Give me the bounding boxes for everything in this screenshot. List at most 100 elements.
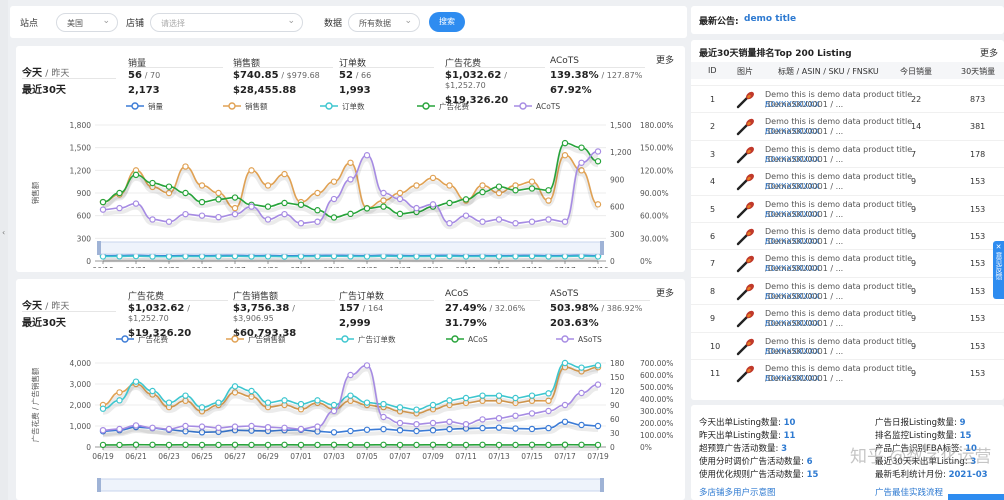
data-point[interactable]	[545, 407, 552, 415]
data-point[interactable]	[528, 185, 536, 192]
row-title[interactable]: Demo this is demo data product title	[765, 337, 912, 346]
data-point[interactable]	[330, 441, 338, 448]
data-point[interactable]	[215, 196, 222, 203]
data-point[interactable]	[495, 392, 503, 399]
legend-label[interactable]: ACoTS	[536, 102, 560, 111]
data-point[interactable]	[545, 424, 552, 432]
data-point[interactable]	[528, 425, 536, 433]
table-row[interactable]: 4 Demo this is demo data product title B0X…	[691, 167, 1004, 194]
data-point[interactable]	[330, 195, 338, 203]
data-point[interactable]	[182, 189, 189, 197]
product-thumbnail[interactable]	[735, 228, 755, 246]
legend-label[interactable]: 销售额	[245, 101, 268, 111]
data-point[interactable]	[132, 378, 140, 385]
product-thumbnail[interactable]	[735, 365, 755, 383]
data-point[interactable]	[116, 441, 123, 449]
legend-label[interactable]: ASoTS	[578, 335, 602, 344]
data-point[interactable]	[528, 178, 536, 185]
product-thumbnail[interactable]	[735, 283, 755, 301]
data-point[interactable]	[264, 423, 272, 431]
data-point[interactable]	[528, 410, 536, 417]
data-point[interactable]	[578, 159, 585, 166]
data-point[interactable]	[248, 422, 255, 430]
data-point[interactable]	[495, 424, 503, 431]
data-point[interactable]	[314, 397, 321, 404]
data-point[interactable]	[264, 441, 272, 449]
data-point[interactable]	[512, 394, 519, 402]
stat-value[interactable]: 15	[807, 470, 819, 480]
data-point[interactable]	[561, 441, 569, 448]
data-point[interactable]	[149, 253, 156, 260]
data-point[interactable]	[396, 419, 404, 427]
data-point[interactable]	[330, 178, 338, 185]
product-thumbnail[interactable]	[735, 146, 755, 164]
data-point[interactable]	[264, 182, 272, 189]
data-point[interactable]	[99, 441, 107, 449]
data-point[interactable]	[182, 210, 189, 218]
data-point[interactable]	[116, 389, 123, 396]
row-title[interactable]: Demo this is demo data product title	[765, 172, 912, 181]
row-title[interactable]: Demo this is demo data product title	[765, 200, 912, 209]
data-point[interactable]	[248, 441, 255, 449]
data-point[interactable]	[347, 210, 354, 218]
data-point[interactable]	[495, 183, 503, 190]
data-point[interactable]	[413, 420, 420, 428]
data-point[interactable]	[281, 170, 288, 178]
data-point[interactable]	[116, 397, 123, 404]
stat-value[interactable]: 10	[784, 418, 796, 428]
table-row[interactable]: 5 Demo this is demo data product title B0X…	[691, 194, 1004, 222]
data-point[interactable]	[314, 189, 321, 197]
data-point[interactable]	[330, 214, 338, 221]
row-title[interactable]: Demo this is demo data product title	[765, 145, 912, 154]
row-title[interactable]: Demo this is demo data product title	[765, 364, 912, 373]
row-title[interactable]: Demo this is demo data product title	[765, 227, 912, 236]
data-point[interactable]	[231, 423, 239, 430]
data-point[interactable]	[132, 200, 140, 207]
data-point[interactable]	[396, 195, 404, 203]
stat-value[interactable]: 2021-03	[949, 470, 988, 480]
data-point[interactable]	[495, 414, 503, 422]
data-point[interactable]	[545, 253, 552, 260]
data-point[interactable]	[347, 392, 354, 399]
data-point[interactable]	[594, 422, 602, 430]
data-point[interactable]	[446, 220, 453, 227]
data-point[interactable]	[446, 441, 453, 449]
data-point[interactable]	[495, 216, 503, 223]
data-point[interactable]	[347, 427, 354, 435]
data-point[interactable]	[561, 139, 569, 147]
data-point[interactable]	[561, 152, 569, 159]
data-point[interactable]	[380, 413, 387, 421]
data-select[interactable]: 所有数据 ⌄	[348, 13, 420, 32]
data-point[interactable]	[330, 407, 338, 415]
data-point[interactable]	[264, 203, 272, 210]
data-point[interactable]	[594, 158, 602, 165]
zoom-handle-left[interactable]	[97, 478, 101, 492]
data-point[interactable]	[116, 204, 123, 212]
data-point[interactable]	[165, 399, 173, 406]
data-point[interactable]	[578, 421, 585, 429]
data-point[interactable]	[545, 216, 552, 223]
data-point[interactable]	[446, 397, 453, 404]
data-point[interactable]	[413, 406, 420, 413]
data-point[interactable]	[512, 220, 519, 227]
data-point[interactable]	[215, 441, 222, 449]
legend-label[interactable]: 广告花费	[439, 101, 469, 111]
data-point[interactable]	[182, 163, 189, 170]
data-point[interactable]	[512, 425, 519, 432]
table-row[interactable]: 2 Demo this is demo data product title B0X…	[691, 112, 1004, 139]
data-point[interactable]	[561, 401, 569, 409]
feedback-side-tab[interactable]: ✕ 意见反馈	[993, 241, 1004, 299]
table-row[interactable]: 10 Demo this is demo data product title B0…	[691, 331, 1004, 359]
data-point[interactable]	[479, 392, 486, 399]
data-point[interactable]	[528, 218, 536, 225]
table-row[interactable]: 11 Demo this is demo data product title B0…	[691, 359, 1004, 386]
data-point[interactable]	[479, 424, 486, 432]
multi-store-diagram-link[interactable]: 多店铺多用户示意图	[699, 486, 776, 498]
more-link[interactable]: 更多	[656, 53, 674, 66]
data-point[interactable]	[413, 182, 420, 189]
row-title[interactable]: Demo this is demo data product title	[765, 282, 912, 291]
data-point[interactable]	[297, 441, 305, 449]
row-title[interactable]: Demo this is demo data product title	[765, 90, 912, 99]
data-point[interactable]	[363, 426, 371, 433]
data-point[interactable]	[314, 423, 321, 430]
